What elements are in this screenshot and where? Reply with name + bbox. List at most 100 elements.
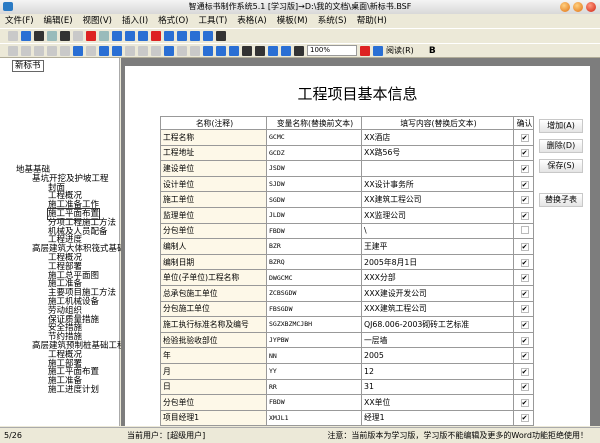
toolbar-button-icon[interactable] — [73, 31, 83, 41]
value-cell[interactable]: 31 — [361, 378, 514, 396]
confirm-checkbox[interactable]: ✔ — [520, 305, 529, 314]
toolbar-button-icon[interactable] — [177, 31, 187, 41]
confirm-checkbox[interactable]: ✔ — [520, 398, 529, 407]
value-cell[interactable]: 12 — [361, 362, 514, 380]
toolbar-button-icon[interactable] — [86, 31, 96, 41]
toolbar-button-icon[interactable] — [21, 31, 31, 41]
toolbar-button-icon[interactable] — [151, 45, 161, 56]
confirm-checkbox[interactable]: ✔ — [520, 383, 529, 392]
toolbar-button-icon[interactable] — [8, 31, 18, 41]
toolbar-button-icon[interactable] — [203, 31, 213, 41]
confirm-checkbox[interactable]: ✔ — [520, 367, 529, 376]
toolbar-button-icon[interactable] — [138, 31, 148, 41]
replace-subtable-button[interactable]: 替换子表 — [539, 193, 583, 207]
confirm-checkbox[interactable]: ✔ — [520, 352, 529, 361]
toolbar-button-icon[interactable] — [60, 31, 70, 41]
confirm-checkbox[interactable]: ✔ — [520, 242, 529, 251]
tree-item[interactable]: 施工进度计划 — [6, 386, 126, 395]
confirm-checkbox[interactable]: ✔ — [520, 164, 529, 173]
read-button[interactable]: 阅读(R) — [386, 45, 414, 56]
minimize-button[interactable] — [560, 2, 570, 12]
confirm-checkbox[interactable]: ✔ — [520, 196, 529, 205]
menu-item[interactable]: 插入(I) — [122, 14, 148, 28]
toolbar-button-icon[interactable] — [294, 45, 304, 56]
value-cell[interactable]: 2005年8月1日 — [361, 253, 514, 271]
toolbar-button-icon[interactable] — [216, 31, 226, 41]
value-cell[interactable]: XX路56号 — [361, 144, 514, 162]
document-tab[interactable]: 新标书 — [12, 60, 44, 72]
toolbar-button-icon[interactable] — [255, 45, 265, 56]
confirm-checkbox[interactable]: ✔ — [520, 133, 529, 142]
toolbar-button-icon[interactable] — [190, 31, 200, 41]
toolbar-button-icon[interactable] — [47, 31, 57, 41]
confirm-checkbox[interactable]: ✔ — [520, 289, 529, 298]
menu-item[interactable]: 文件(F) — [5, 14, 34, 28]
toolbar-button-icon[interactable] — [8, 45, 18, 56]
value-cell[interactable]: XX设计事务所 — [361, 175, 514, 193]
confirm-checkbox[interactable]: ✔ — [520, 180, 529, 189]
confirm-checkbox[interactable]: ✔ — [520, 258, 529, 267]
menu-item[interactable]: 视图(V) — [83, 14, 112, 28]
toolbar-button-icon[interactable] — [73, 45, 83, 56]
confirm-checkbox[interactable]: ✔ — [520, 336, 529, 345]
toolbar-button-icon[interactable] — [203, 45, 213, 56]
toolbar-button-icon[interactable] — [125, 31, 135, 41]
confirm-checkbox[interactable]: ✔ — [520, 274, 529, 283]
value-cell[interactable]: 经理1 — [361, 409, 514, 427]
bold-button[interactable]: B — [429, 46, 436, 56]
maximize-button[interactable] — [573, 2, 583, 12]
toolbar-button-icon[interactable] — [216, 45, 226, 56]
toolbar-button-icon[interactable] — [177, 45, 187, 56]
toolbar-button-icon[interactable] — [164, 31, 174, 41]
toolbar-button-icon[interactable] — [47, 45, 57, 56]
value-cell[interactable]: XX单位 — [361, 394, 514, 411]
close-button[interactable] — [586, 2, 596, 12]
value-cell[interactable]: 2005 — [361, 347, 514, 364]
toolbar-button-icon[interactable] — [242, 45, 252, 56]
value-cell[interactable]: 王建平 — [361, 238, 514, 255]
tree-item[interactable]: 基坑开挖及护坡工程 — [6, 174, 126, 184]
value-cell[interactable]: \ — [361, 222, 514, 240]
toolbar-button-icon[interactable] — [112, 45, 122, 56]
toolbar-button-icon[interactable] — [151, 31, 161, 41]
toolbar-button-icon[interactable] — [268, 45, 278, 56]
value-cell[interactable]: 一层墙 — [361, 331, 514, 349]
value-cell[interactable]: XX监理公司 — [361, 206, 514, 224]
toolbar-button-icon[interactable] — [138, 45, 148, 56]
confirm-checkbox[interactable]: ✔ — [520, 149, 529, 158]
confirm-checkbox[interactable] — [520, 225, 529, 234]
menu-item[interactable]: 系统(S) — [318, 14, 347, 28]
toolbar-button-icon[interactable] — [34, 45, 44, 56]
toolbar-button-icon[interactable] — [86, 45, 96, 56]
menu-item[interactable]: 格式(O) — [158, 14, 188, 28]
toolbar-button-icon[interactable] — [99, 31, 109, 41]
value-cell[interactable]: XXX建设开发公司 — [361, 284, 514, 302]
menu-item[interactable]: 编辑(E) — [44, 14, 73, 28]
toolbar-button-icon[interactable] — [373, 45, 383, 56]
confirm-checkbox[interactable]: ✔ — [520, 414, 529, 423]
toolbar-button-icon[interactable] — [34, 31, 44, 41]
confirm-checkbox[interactable]: ✔ — [520, 320, 529, 329]
toolbar-button-icon[interactable] — [360, 45, 370, 56]
add-button[interactable]: 增加(A) — [539, 119, 583, 133]
toolbar-button-icon[interactable] — [60, 45, 70, 56]
value-cell[interactable]: XXX建筑工程公司 — [361, 300, 514, 318]
toolbar-button-icon[interactable] — [125, 45, 135, 56]
toolbar-button-icon[interactable] — [229, 45, 239, 56]
value-cell[interactable]: QJ68.006-2003砌砖工艺标准 — [361, 316, 514, 333]
menu-item[interactable]: 模板(M) — [277, 14, 308, 28]
confirm-checkbox[interactable]: ✔ — [520, 211, 529, 220]
save-button[interactable]: 保存(S) — [539, 159, 583, 173]
menu-item[interactable]: 表格(A) — [237, 14, 266, 28]
toolbar-button-icon[interactable] — [21, 45, 31, 56]
toolbar-button-icon[interactable] — [164, 45, 174, 56]
toolbar-button-icon[interactable] — [190, 45, 200, 56]
menu-item[interactable]: 工具(T) — [198, 14, 227, 28]
value-cell[interactable]: XXX分部 — [361, 269, 514, 286]
value-cell[interactable]: XX酒店 — [361, 129, 514, 146]
value-cell[interactable] — [361, 160, 514, 177]
menu-item[interactable]: 帮助(H) — [357, 14, 387, 28]
toolbar-button-icon[interactable] — [99, 45, 109, 56]
value-cell[interactable]: XX建筑工程公司 — [361, 191, 514, 208]
toolbar-button-icon[interactable] — [112, 31, 122, 41]
